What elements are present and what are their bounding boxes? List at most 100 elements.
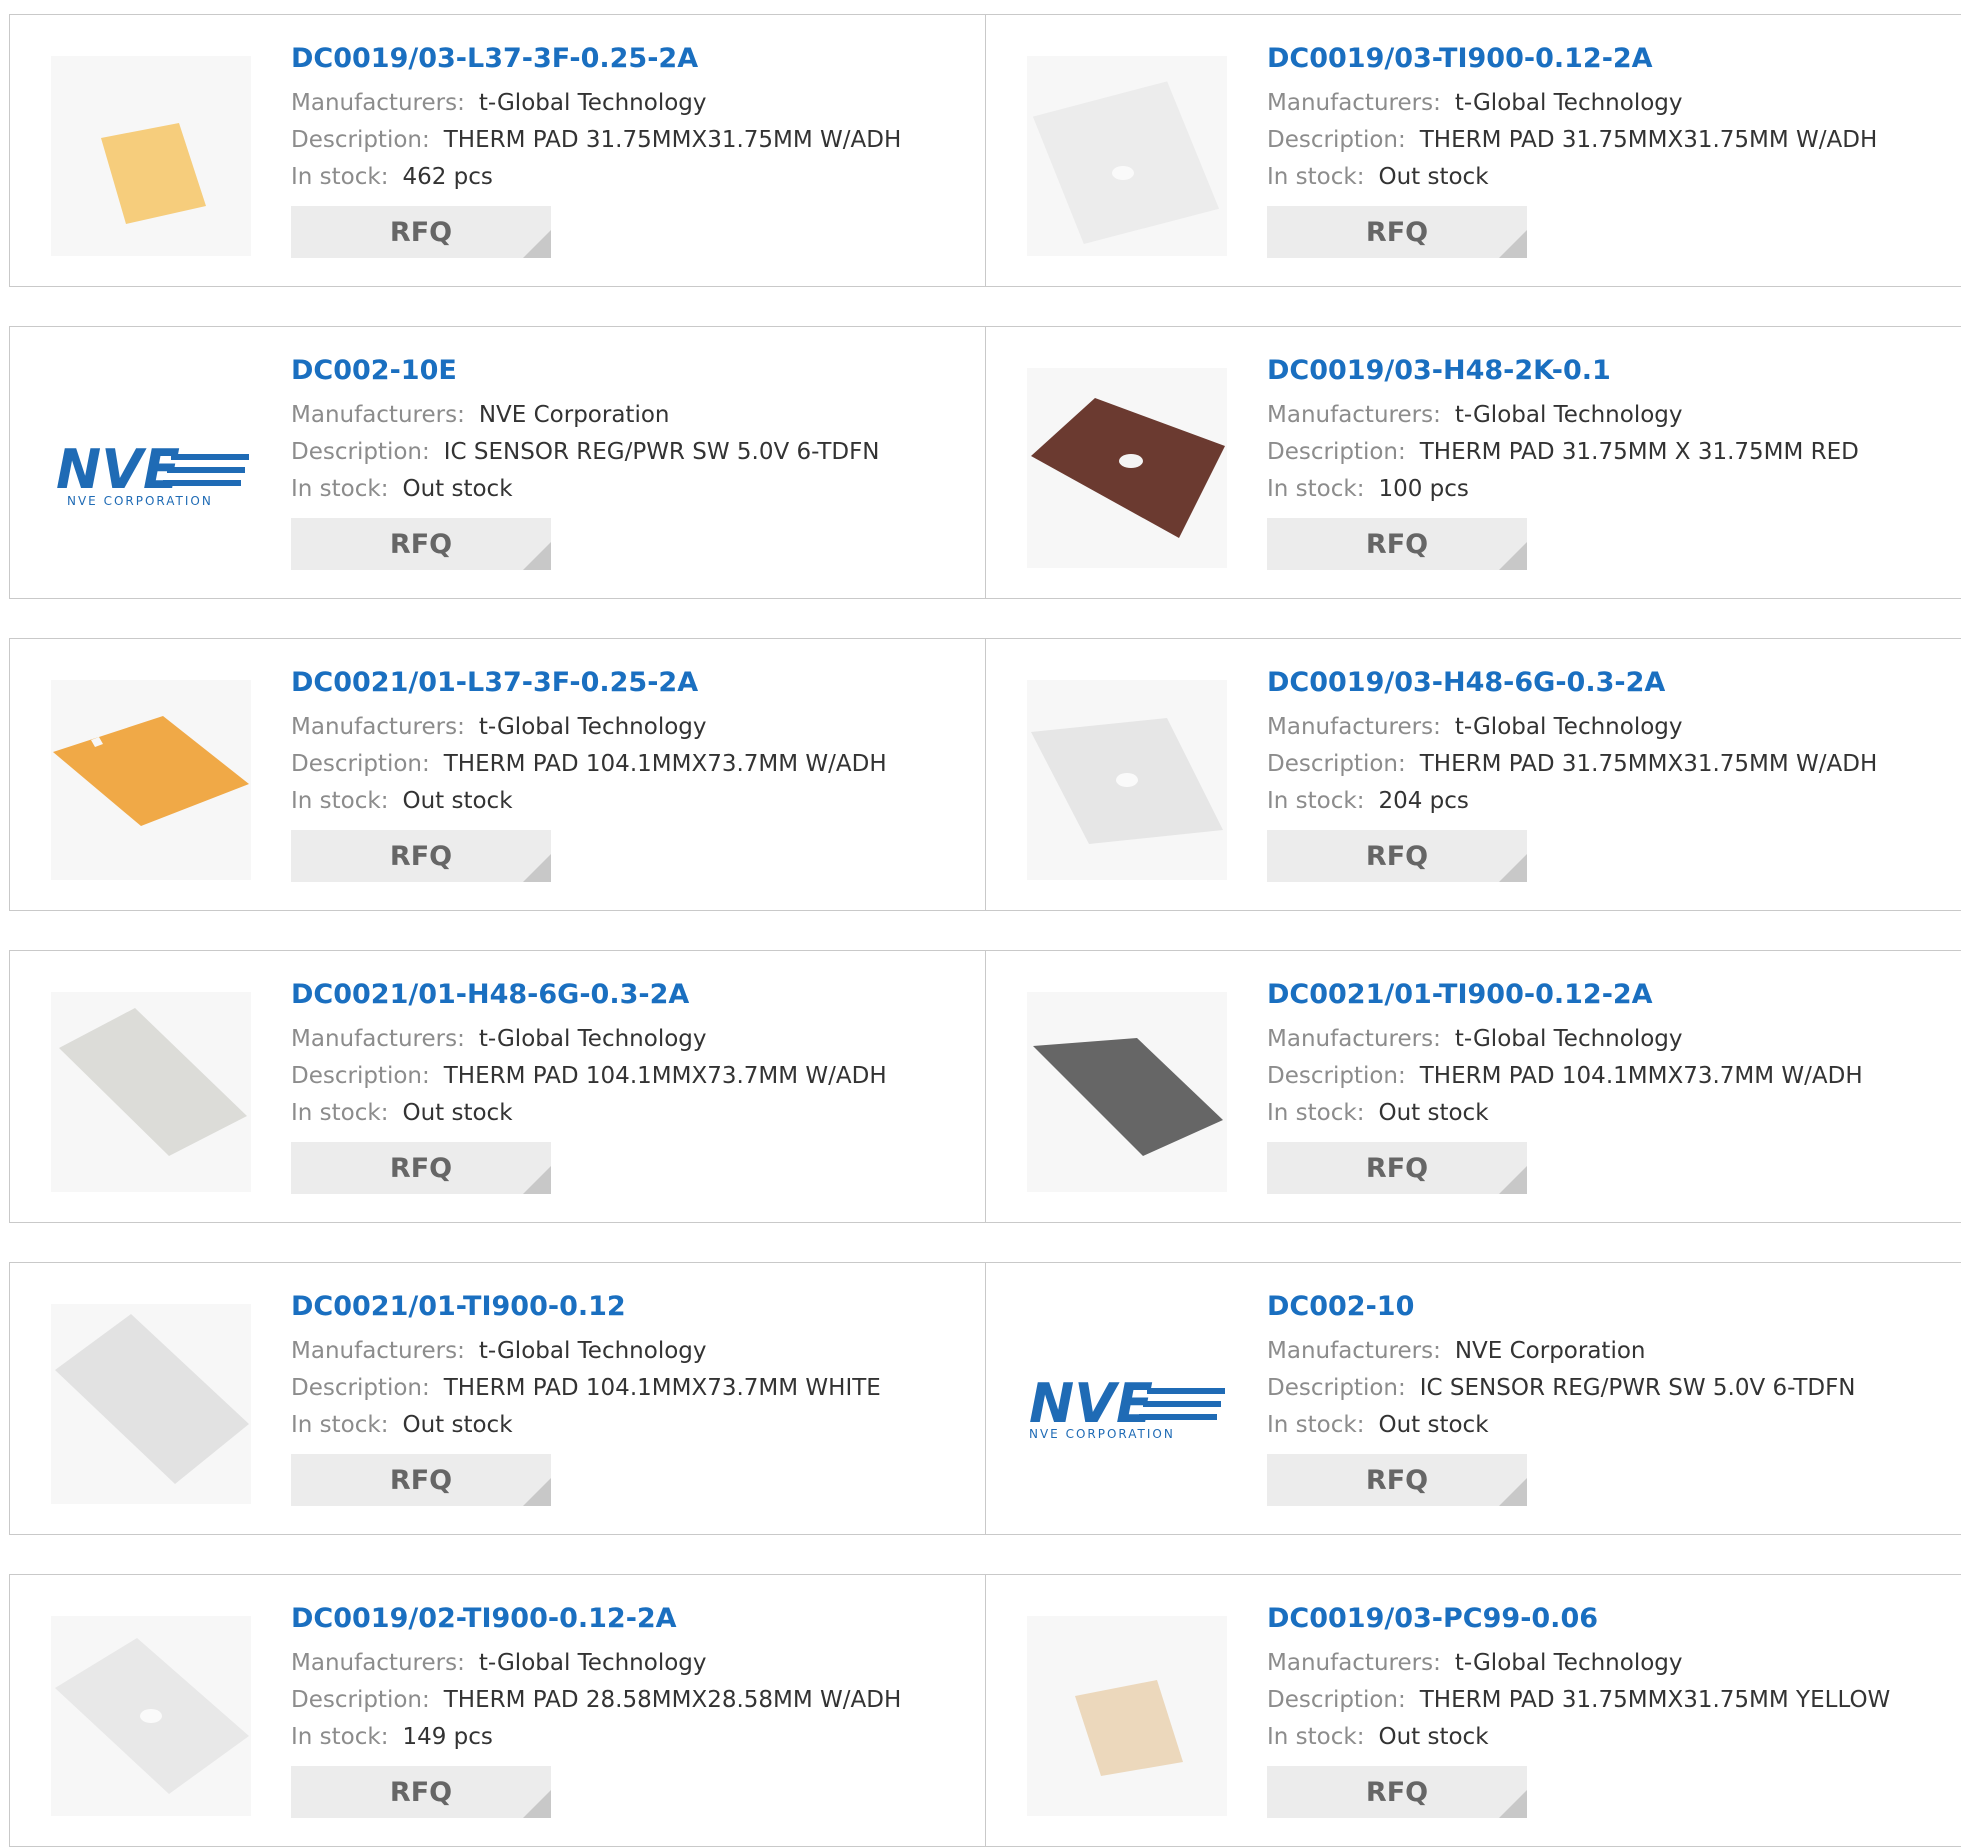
product-image[interactable] [1027,992,1227,1192]
rfq-button[interactable]: RFQ [291,1766,551,1818]
rfq-button[interactable]: RFQ [291,518,551,570]
description-label: Description: [291,751,430,777]
product-part-link[interactable]: DC0021/01-L37-3F-0.25-2A [291,665,887,709]
in-stock-label: In stock: [291,1724,389,1750]
nve-logo-icon: NVE NVE CORPORATION [56,438,249,508]
product-image[interactable] [1027,1616,1227,1816]
description-label: Description: [1267,439,1406,465]
rfq-button[interactable]: RFQ [291,206,551,258]
corner-triangle-icon [523,1790,551,1818]
manufacturer-value: t-Global Technology [478,714,707,740]
product-image[interactable] [1027,56,1227,256]
rfq-button[interactable]: RFQ [1267,206,1527,258]
stock-value: Out stock [402,788,513,814]
corner-triangle-icon [523,854,551,882]
description-value: THERM PAD 31.75MM X 31.75MM RED [1419,439,1859,465]
product-card: DC0019/03-TI900-0.12-2A Manufacturers: t-… [986,14,1961,287]
rfq-label: RFQ [389,840,453,872]
product-part-link[interactable]: DC0019/03-L37-3F-0.25-2A [291,41,901,85]
product-image[interactable]: NVE NVE CORPORATION [1027,1304,1227,1504]
description-label: Description: [291,1063,430,1089]
in-stock-label: In stock: [1267,1724,1365,1750]
product-row: DC0021/01-TI900-0.12 Manufacturers: t-Glo… [9,1262,1961,1535]
manufacturer-value: NVE Corporation [1454,1338,1646,1364]
manufacturer-value: t-Global Technology [478,1650,707,1676]
product-part-link[interactable]: DC0019/03-H48-6G-0.3-2A [1267,665,1877,709]
product-part-link[interactable]: DC0019/02-TI900-0.12-2A [291,1601,901,1645]
product-row: NVE NVE CORPORATION DC002-10E Manufactur… [9,326,1961,599]
rfq-label: RFQ [389,216,453,248]
description-label: Description: [1267,1687,1406,1713]
rfq-button[interactable]: RFQ [1267,518,1527,570]
manufacturer-value: t-Global Technology [1454,1026,1683,1052]
rfq-label: RFQ [389,528,453,560]
product-card: DC0021/01-TI900-0.12 Manufacturers: t-Glo… [9,1262,986,1535]
product-image[interactable] [51,56,251,256]
in-stock-label: In stock: [1267,164,1365,190]
product-part-link[interactable]: DC0021/01-TI900-0.12-2A [1267,977,1863,1021]
corner-triangle-icon [523,230,551,258]
product-row: DC0021/01-L37-3F-0.25-2A Manufacturers: t… [9,638,1961,911]
stock-value: Out stock [402,1412,513,1438]
product-row: DC0019/02-TI900-0.12-2A Manufacturers: t-… [9,1574,1961,1847]
product-image[interactable]: NVE NVE CORPORATION [51,368,251,568]
manufacturers-label: Manufacturers: [291,714,465,740]
description-value: THERM PAD 104.1MMX73.7MM WHITE [443,1375,881,1401]
manufacturer-value: t-Global Technology [1454,90,1683,116]
stock-value: 100 pcs [1378,476,1469,502]
product-image[interactable] [1027,368,1227,568]
svg-text:NVE: NVE [56,438,180,501]
stock-value: 462 pcs [402,164,493,190]
product-card: DC0021/01-L37-3F-0.25-2A Manufacturers: t… [9,638,986,911]
description-value: THERM PAD 31.75MMX31.75MM W/ADH [1419,127,1878,153]
product-part-link[interactable]: DC002-10 [1267,1289,1856,1333]
in-stock-label: In stock: [291,1412,389,1438]
rfq-label: RFQ [389,1464,453,1496]
product-image[interactable] [1027,680,1227,880]
manufacturers-label: Manufacturers: [1267,714,1441,740]
nve-logo-icon: NVE NVE CORPORATION [1029,1372,1225,1441]
rfq-button[interactable]: RFQ [1267,1142,1527,1194]
product-image[interactable] [51,1304,251,1504]
in-stock-label: In stock: [1267,788,1365,814]
product-part-link[interactable]: DC0021/01-TI900-0.12 [291,1289,881,1333]
rfq-button[interactable]: RFQ [291,1454,551,1506]
product-image[interactable] [51,680,251,880]
rfq-button[interactable]: RFQ [1267,1454,1527,1506]
product-card: NVE NVE CORPORATION DC002-10E Manufactur… [9,326,986,599]
svg-text:NVE: NVE [1029,1372,1153,1435]
description-value: THERM PAD 31.75MMX31.75MM YELLOW [1419,1687,1891,1713]
product-card: DC0019/02-TI900-0.12-2A Manufacturers: t-… [9,1574,986,1847]
rfq-button[interactable]: RFQ [291,1142,551,1194]
svg-text:NVE CORPORATION: NVE CORPORATION [67,494,213,508]
product-part-link[interactable]: DC0019/03-TI900-0.12-2A [1267,41,1877,85]
description-label: Description: [1267,127,1406,153]
description-label: Description: [291,439,430,465]
description-label: Description: [291,1375,430,1401]
product-part-link[interactable]: DC0021/01-H48-6G-0.3-2A [291,977,887,1021]
manufacturers-label: Manufacturers: [1267,1650,1441,1676]
description-value: THERM PAD 104.1MMX73.7MM W/ADH [443,751,887,777]
manufacturers-label: Manufacturers: [1267,402,1441,428]
rfq-label: RFQ [1365,528,1429,560]
in-stock-label: In stock: [291,1100,389,1126]
manufacturers-label: Manufacturers: [1267,1026,1441,1052]
rfq-button[interactable]: RFQ [291,830,551,882]
product-card: DC0019/03-H48-6G-0.3-2A Manufacturers: t-… [986,638,1961,911]
description-label: Description: [1267,751,1406,777]
stock-value: 204 pcs [1378,788,1469,814]
product-part-link[interactable]: DC0019/03-H48-2K-0.1 [1267,353,1859,397]
manufacturers-label: Manufacturers: [1267,90,1441,116]
rfq-button[interactable]: RFQ [1267,830,1527,882]
description-value: THERM PAD 31.75MMX31.75MM W/ADH [443,127,902,153]
description-value: THERM PAD 104.1MMX73.7MM W/ADH [443,1063,887,1089]
description-value: IC SENSOR REG/PWR SW 5.0V 6-TDFN [1419,1375,1856,1401]
product-part-link[interactable]: DC0019/03-PC99-0.06 [1267,1601,1890,1645]
manufacturer-value: NVE Corporation [478,402,670,428]
corner-triangle-icon [1499,542,1527,570]
product-part-link[interactable]: DC002-10E [291,353,880,397]
rfq-button[interactable]: RFQ [1267,1766,1527,1818]
product-image[interactable] [51,992,251,1192]
manufacturers-label: Manufacturers: [1267,1338,1441,1364]
product-image[interactable] [51,1616,251,1816]
